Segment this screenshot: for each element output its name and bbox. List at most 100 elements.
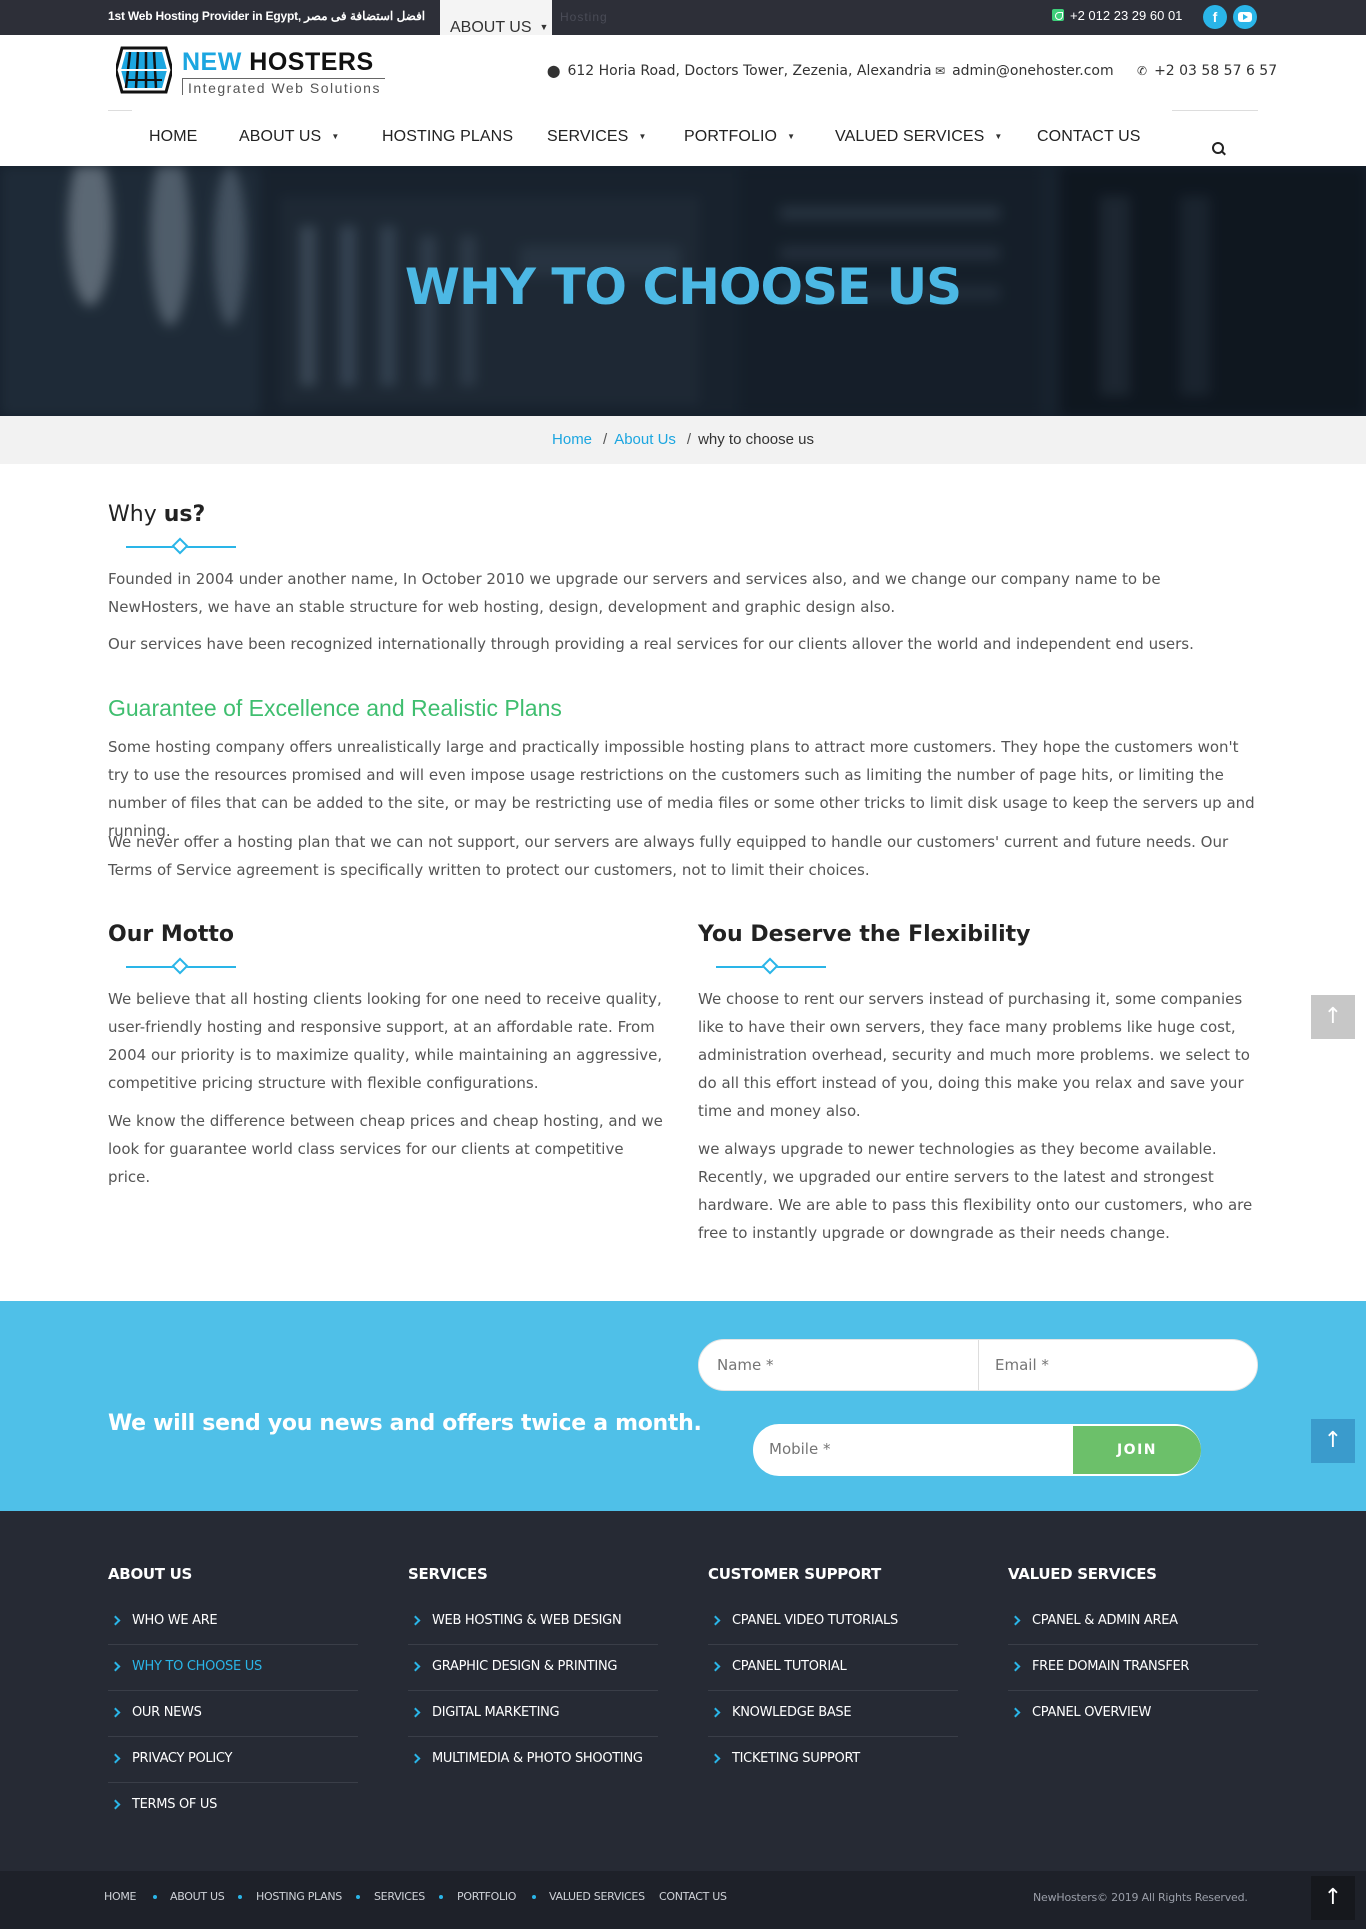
nav-about-us[interactable]: ABOUT US ▼ [239,128,339,146]
footer-column-valued: VALUED SERVICES CPANEL & ADMIN AREA FREE… [1008,1565,1258,1737]
caret-down-icon: ▼ [787,132,796,141]
motto-paragraph-2: We know the difference between cheap pri… [108,1112,663,1186]
footer: ABOUT US WHO WE ARE WHY TO CHOOSE US OUR… [0,1511,1366,1871]
nav-home[interactable]: HOME [149,128,197,146]
bottom-nav-portfolio[interactable]: PORTFOLIO [457,1890,516,1903]
scroll-top-button[interactable]: ↑ [1311,995,1355,1039]
bottom-nav-hosting-plans[interactable]: HOSTING PLANS [256,1890,342,1903]
copyright: NewHosters© 2019 All Rights Reserved. [1033,1891,1248,1904]
caret-down-icon: ▼ [638,132,647,141]
footer-link[interactable]: MULTIMEDIA & PHOTO SHOOTING [408,1737,658,1783]
motto-paragraph-1: We believe that all hosting clients look… [108,990,663,1092]
flexibility-heading: You Deserve the Flexibility [698,922,1031,947]
map-pin-icon: ⬤ [547,64,561,78]
nav-portfolio[interactable]: PORTFOLIO ▼ [684,128,795,146]
newsletter-mobile-group: JOIN [753,1424,1201,1476]
top-bar: 1st Web Hosting Provider in Egypt, افضل … [0,0,1366,35]
bottom-nav-services[interactable]: SERVICES [374,1890,425,1903]
header-phone[interactable]: ✆ +2 03 58 57 6 57 [1137,63,1277,79]
footer-link[interactable]: GRAPHIC DESIGN & PRINTING [408,1645,658,1691]
section-divider [126,537,236,555]
breadcrumb-current: why to choose us [698,431,814,448]
footer-link[interactable]: WHO WE ARE [108,1599,358,1645]
logo-mark-icon [116,46,172,94]
section-divider [126,957,236,975]
flexibility-paragraph-2: we always upgrade to newer technologies … [698,1140,1253,1242]
bottom-nav-contact[interactable]: CONTACT US [659,1890,727,1903]
scroll-top-button[interactable]: ↑ [1311,1419,1355,1463]
footer-link[interactable]: KNOWLEDGE BASE [708,1691,958,1737]
nav-hosting-plans[interactable]: HOSTING PLANS [382,128,513,146]
footer-link[interactable]: PRIVACY POLICY [108,1737,358,1783]
youtube-icon[interactable] [1233,5,1257,29]
name-input[interactable] [717,1356,967,1374]
footer-link[interactable]: TICKETING SUPPORT [708,1737,958,1783]
header-email[interactable]: ✉ admin@onehoster.com [935,63,1114,79]
footer-link[interactable]: CPANEL VIDEO TUTORIALS [708,1599,958,1645]
bottom-nav-home[interactable]: HOME [104,1890,136,1903]
facebook-icon[interactable]: f [1203,5,1227,29]
why-us-heading: Why us? [108,502,206,527]
email-input[interactable] [995,1356,1245,1374]
top-phone-number: +2 012 23 29 60 01 [1070,8,1183,23]
footer-column-about: ABOUT US WHO WE ARE WHY TO CHOOSE US OUR… [108,1565,358,1829]
top-phone[interactable]: +2 012 23 29 60 01 [1052,8,1182,23]
nav-services[interactable]: SERVICES ▼ [547,128,646,146]
footer-link[interactable]: FREE DOMAIN TRANSFER [1008,1645,1258,1691]
caret-down-icon: ▼ [331,132,340,141]
newsletter-message: We will send you news and offers twice a… [108,1411,702,1436]
address-text: 612 Horia Road, Doctors Tower, Zezenia, … [567,63,932,79]
page-title: WHY TO CHOOSE US [404,258,962,316]
arrow-up-icon: ↑ [1323,1885,1343,1910]
footer-link[interactable]: TERMS OF US [108,1783,358,1829]
footer-link[interactable]: OUR NEWS [108,1691,358,1737]
bottom-nav-valued-services[interactable]: VALUED SERVICES [549,1890,645,1903]
guarantee-heading: Guarantee of Excellence and Realistic Pl… [108,695,562,721]
header-address: ⬤ 612 Horia Road, Doctors Tower, Zezenia,… [547,63,932,79]
guarantee-paragraph-2: We never offer a hosting plan that we ca… [108,833,1229,879]
caret-down-icon: ▼ [994,132,1003,141]
site-tagline: 1st Web Hosting Provider in Egypt, افضل … [108,9,426,23]
nav-contact-us[interactable]: CONTACT US [1037,128,1141,146]
footer-link[interactable]: CPANEL OVERVIEW [1008,1691,1258,1737]
flexibility-paragraph-1: We choose to rent our servers instead of… [698,990,1250,1120]
header-divider-left [108,110,132,111]
footer-link[interactable]: CPANEL & ADMIN AREA [1008,1599,1258,1645]
site-logo[interactable]: NEW HOSTERS Integrated Web Solutions [116,44,416,100]
footer-column-title: CUSTOMER SUPPORT [708,1565,881,1583]
footer-column-support: CUSTOMER SUPPORT CPANEL VIDEO TUTORIALS … [708,1565,958,1783]
footer-link-active[interactable]: WHY TO CHOOSE US [108,1645,358,1691]
phone-icon: ✆ [1137,64,1148,78]
footer-link[interactable]: CPANEL TUTORIAL [708,1645,958,1691]
about-us-dropdown-label: ABOUT US [450,19,532,36]
envelope-icon: ✉ [935,64,946,78]
why-us-paragraph-2: Our services have been recognized intern… [108,635,1194,653]
join-button[interactable]: JOIN [1073,1426,1201,1474]
footer-column-services: SERVICES WEB HOSTING & WEB DESIGN GRAPHI… [408,1565,658,1783]
newsletter-name-email-group [698,1339,1258,1391]
ghost-menu-text: Hosting [560,10,608,24]
nav-valued-services[interactable]: VALUED SERVICES ▼ [835,128,1002,146]
footer-link[interactable]: WEB HOSTING & WEB DESIGN [408,1599,658,1645]
breadcrumb: Home / About Us / why to choose us [0,416,1366,464]
bottom-nav-about[interactable]: ABOUT US [170,1890,225,1903]
why-us-paragraph-1: Founded in 2004 under another name, In O… [108,570,1161,616]
footer-column-title: ABOUT US [108,1565,193,1583]
mobile-input[interactable] [769,1440,1059,1458]
footer-link[interactable]: DIGITAL MARKETING [408,1691,658,1737]
scroll-top-button[interactable]: ↑ [1311,1876,1355,1920]
breadcrumb-home[interactable]: Home [552,431,592,448]
newsletter-section: We will send you news and offers twice a… [0,1301,1366,1511]
footer-column-title: VALUED SERVICES [1008,1565,1157,1583]
search-icon[interactable] [1212,142,1226,156]
breadcrumb-about-us[interactable]: About Us [614,431,676,448]
phone-text: +2 03 58 57 6 57 [1154,63,1278,79]
hero-banner: WHY TO CHOOSE US [0,166,1366,416]
arrow-up-icon: ↑ [1323,1004,1343,1029]
arrow-up-icon: ↑ [1323,1428,1343,1453]
about-us-dropdown-open[interactable]: ABOUT US ▼ [440,0,552,36]
email-text: admin@onehoster.com [952,63,1114,79]
motto-heading: Our Motto [108,922,235,947]
logo-brand: NEW HOSTERS [182,48,374,76]
logo-subtitle: Integrated Web Solutions [182,78,385,96]
